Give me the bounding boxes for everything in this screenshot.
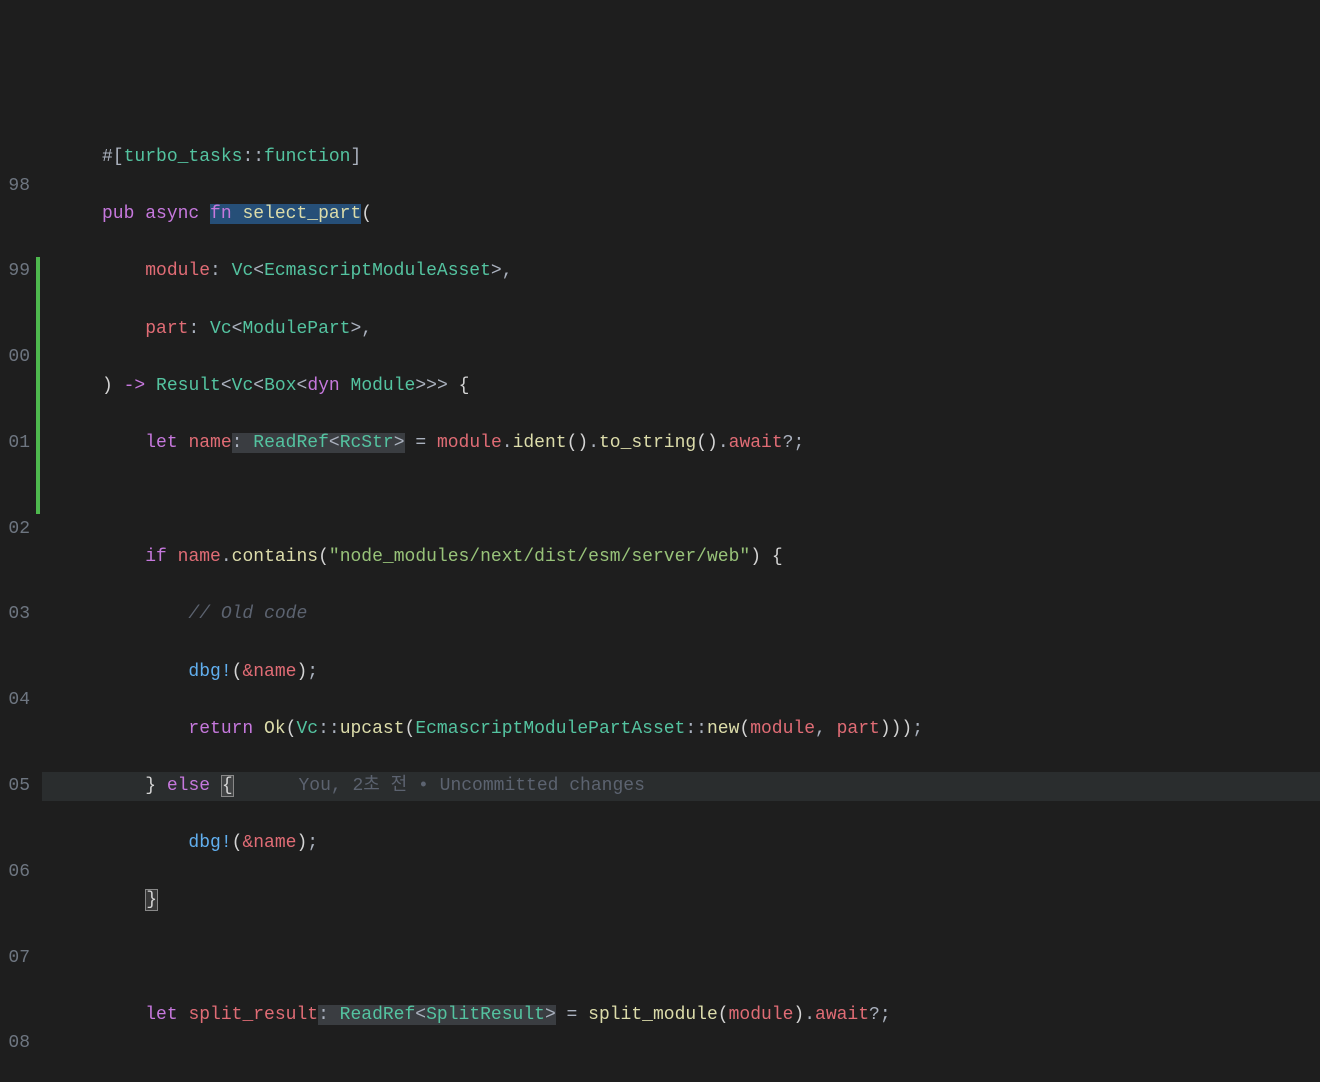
await-kw: await <box>729 433 783 453</box>
fn-kw: fn <box>210 204 232 224</box>
code-line[interactable]: if name.contains("node_modules/next/dist… <box>42 543 1320 572</box>
if-kw: if <box>145 547 167 567</box>
contains-call: contains <box>232 547 318 567</box>
line-number: 01 <box>0 429 30 458</box>
git-blame-inline: You, 2초 전 • Uncommitted changes <box>299 776 645 796</box>
code-line[interactable]: ) -> Result<Vc<Box<dyn Module>>> { <box>42 372 1320 401</box>
ret-result: Result <box>156 376 221 396</box>
brace-match: } <box>145 889 158 911</box>
code-line-current[interactable]: } else { You, 2초 전 • Uncommitted changes <box>42 772 1320 801</box>
param-name: part <box>145 319 188 339</box>
var-name: name <box>188 433 231 453</box>
line-number: 06 <box>0 858 30 887</box>
splitresult-type: SplitResult <box>426 1005 545 1025</box>
module-var: module <box>437 433 502 453</box>
ret-vc: Vc <box>232 376 254 396</box>
code-line[interactable]: pub async fn select_part( <box>42 200 1320 229</box>
line-number: 99 <box>0 257 30 286</box>
code-line[interactable]: dbg!(&name); <box>42 658 1320 687</box>
split-result-var: split_result <box>188 1005 318 1025</box>
type-vc: Vc <box>232 261 254 281</box>
attr-close: ] <box>350 147 361 167</box>
type-inner: EcmascriptModuleAsset <box>264 261 491 281</box>
readref-type: ReadRef <box>340 1005 416 1025</box>
readref-type: ReadRef <box>253 433 329 453</box>
upcast-call: upcast <box>340 719 405 739</box>
line-number: 03 <box>0 600 30 629</box>
async-kw: async <box>145 204 199 224</box>
line-number-gutter: 98 99 00 01 02 03 04 05 06 07 08 09 10 1… <box>0 114 36 1082</box>
dyn-kw: dyn <box>307 376 339 396</box>
code-line[interactable]: let name: ReadRef<RcStr> = module.ident(… <box>42 429 1320 458</box>
attr-name: function <box>264 147 350 167</box>
code-line[interactable]: } <box>42 886 1320 915</box>
fn-name: select_part <box>242 204 361 224</box>
else-kw: else <box>167 776 210 796</box>
line-number: 98 <box>0 172 30 201</box>
code-line[interactable]: return Ok(Vc::upcast(EcmascriptModulePar… <box>42 715 1320 744</box>
git-added-marker <box>36 257 40 514</box>
line-number: 07 <box>0 944 30 973</box>
code-area[interactable]: #[turbo_tasks::function] pub async fn se… <box>42 114 1320 1082</box>
ret-module: Module <box>351 376 416 396</box>
param-name: module <box>145 261 210 281</box>
empa-type: EcmascriptModulePartAsset <box>415 719 685 739</box>
await-kw: await <box>815 1005 869 1025</box>
comment: // Old code <box>188 604 307 624</box>
ident-call: ident <box>513 433 567 453</box>
pub-kw: pub <box>102 204 134 224</box>
code-line[interactable] <box>42 944 1320 973</box>
line-number: 08 <box>0 1029 30 1058</box>
code-line[interactable] <box>42 1058 1320 1082</box>
code-line[interactable]: dbg!(&name); <box>42 829 1320 858</box>
ok-call: Ok <box>264 719 286 739</box>
name-var: name <box>178 547 221 567</box>
code-editor[interactable]: 98 99 00 01 02 03 04 05 06 07 08 09 10 1… <box>0 114 1320 1082</box>
line-number: 02 <box>0 515 30 544</box>
return-kw: return <box>188 719 253 739</box>
part-arg: part <box>837 719 880 739</box>
let-kw: let <box>145 1005 177 1025</box>
to-string-call: to_string <box>599 433 696 453</box>
type-inner: ModulePart <box>242 319 350 339</box>
dbg-macro: dbg! <box>188 662 231 682</box>
code-line[interactable]: let split_result: ReadRef<SplitResult> =… <box>42 1001 1320 1030</box>
rcstr-type: RcStr <box>340 433 394 453</box>
let-kw: let <box>145 433 177 453</box>
module-arg: module <box>729 1005 794 1025</box>
code-line[interactable] <box>42 486 1320 515</box>
code-line[interactable]: module: Vc<EcmascriptModuleAsset>, <box>42 257 1320 286</box>
line-number: 05 <box>0 772 30 801</box>
code-line[interactable]: part: Vc<ModulePart>, <box>42 315 1320 344</box>
string-literal: "node_modules/next/dist/esm/server/web" <box>329 547 750 567</box>
amp-name: &name <box>242 833 296 853</box>
vc-type: Vc <box>296 719 318 739</box>
ret-box: Box <box>264 376 296 396</box>
new-call: new <box>707 719 739 739</box>
split-module-call: split_module <box>588 1005 718 1025</box>
attr-open: #[ <box>102 147 124 167</box>
code-line[interactable]: #[turbo_tasks::function] <box>42 143 1320 172</box>
brace-match: { <box>221 775 234 797</box>
dbg-macro: dbg! <box>188 833 231 853</box>
line-number: 00 <box>0 343 30 372</box>
module-arg: module <box>750 719 815 739</box>
code-line[interactable]: // Old code <box>42 600 1320 629</box>
attr-path: turbo_tasks <box>124 147 243 167</box>
type-vc: Vc <box>210 319 232 339</box>
attr-sep: :: <box>242 147 264 167</box>
line-number: 04 <box>0 686 30 715</box>
amp-name: &name <box>242 662 296 682</box>
